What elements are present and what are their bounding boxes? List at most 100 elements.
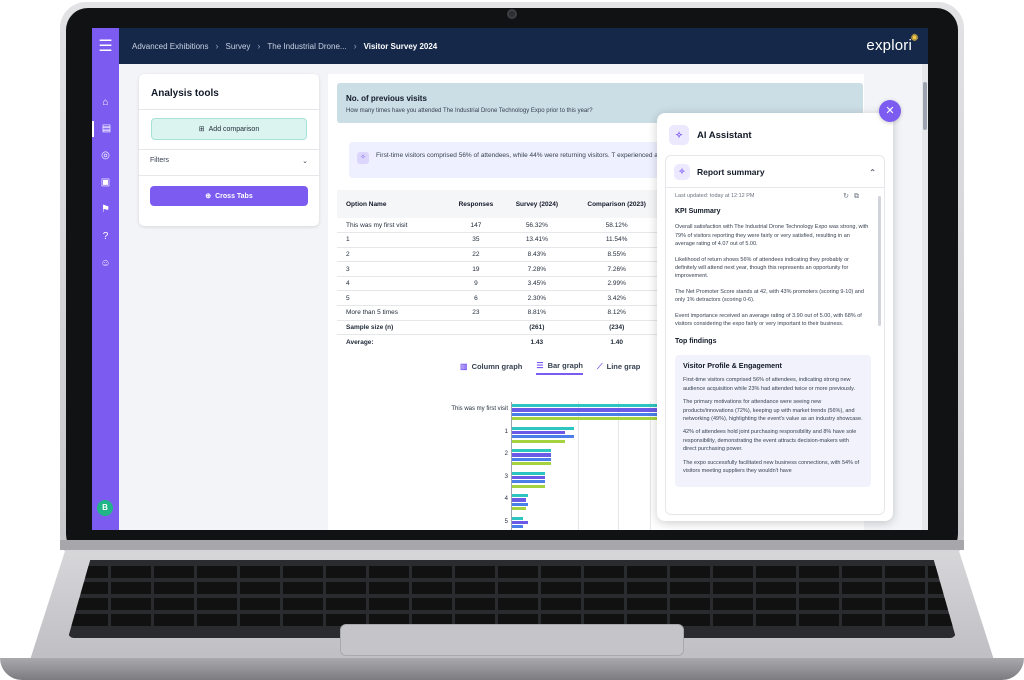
bar[interactable]	[512, 404, 658, 408]
bar[interactable]	[512, 430, 566, 435]
question-subtitle: How many times have you attended The Ind…	[346, 108, 593, 114]
bar[interactable]	[512, 475, 546, 480]
bar[interactable]	[512, 449, 551, 453]
report-summary-card: ✧ Report summary ⌃ Last updated: today a…	[665, 155, 885, 515]
top-bar: ☰ Advanced Exhibitions › Survey › The In…	[92, 28, 928, 64]
category-label: 3	[504, 473, 508, 480]
bar[interactable]	[512, 520, 528, 525]
breadcrumb-item[interactable]: The Industrial Drone...	[267, 42, 346, 51]
sparkle-icon: ✧	[357, 152, 369, 164]
kpi-paragraph: Event importance received an average rat…	[675, 312, 862, 328]
table-row: This was my first visit 147 56.32% 58.12%	[337, 218, 663, 234]
cross-tabs-button[interactable]: ⊕ Cross Tabs	[150, 186, 308, 206]
tab-column-graph[interactable]: ▥ Column graph	[460, 361, 522, 375]
line-chart-icon: ⟋	[597, 361, 603, 371]
chevron-right-icon: ›	[257, 41, 261, 51]
last-updated: Last updated: today at 12:12 PM	[675, 193, 755, 199]
laptop-hinge	[60, 540, 964, 550]
bar[interactable]	[512, 453, 552, 457]
kpi-paragraph: Overall satisfaction with The Industrial…	[675, 224, 869, 248]
bar[interactable]	[512, 494, 528, 498]
sparkle-icon: ✧	[669, 125, 689, 145]
table-row: 5 6 2.30% 3.42%	[337, 290, 663, 307]
bar[interactable]	[512, 498, 526, 502]
sample-size-row: Sample size (n) (261) (234)	[337, 320, 663, 336]
bar[interactable]	[512, 502, 528, 506]
bar[interactable]	[512, 426, 574, 430]
check-circle-icon[interactable]: ◎	[92, 148, 119, 164]
add-comparison-button[interactable]: ⊞ Add comparison	[151, 118, 307, 140]
summary-scrollbar[interactable]	[878, 196, 881, 326]
kpi-paragraph: The Net Promoter Score stands at 42, wit…	[675, 288, 864, 304]
home-icon[interactable]: ⌂	[92, 95, 119, 111]
page-scrollbar[interactable]	[922, 64, 928, 530]
bar[interactable]	[512, 507, 526, 511]
summary-body: KPI Summary Overall satisfaction with Th…	[675, 208, 871, 488]
layout-icon[interactable]: ▣	[92, 175, 119, 191]
breadcrumb-item[interactable]: Advanced Exhibitions	[132, 42, 209, 51]
avatar[interactable]: B	[97, 500, 113, 516]
tab-line-graph[interactable]: ⟋ Line grap	[597, 361, 640, 375]
sparkle-icon: ✧	[674, 164, 690, 180]
column-header[interactable]: Comparison (2023)	[570, 190, 663, 218]
chart-axis	[511, 402, 512, 530]
bar[interactable]	[512, 435, 574, 439]
top-findings-title: Top findings	[675, 338, 717, 346]
bar[interactable]	[512, 525, 523, 529]
help-icon[interactable]: ?	[92, 229, 119, 245]
close-icon[interactable]: ✕	[879, 100, 901, 122]
bar[interactable]	[512, 412, 658, 416]
bar[interactable]	[512, 516, 523, 520]
bar[interactable]	[512, 462, 552, 466]
results-table: Option Name Responses Survey (2024) Comp…	[337, 190, 663, 349]
category-label: 2	[504, 451, 508, 457]
bar[interactable]	[512, 408, 658, 412]
menu-icon[interactable]: ☰	[92, 28, 119, 64]
insight-callout: ✧ First-time visitors comprised 56% of a…	[349, 142, 669, 178]
chevron-right-icon: ›	[353, 41, 357, 51]
plus-circle-icon: ⊕	[205, 193, 212, 200]
bar[interactable]	[512, 417, 658, 421]
sparkle-icon: ✺	[910, 33, 919, 44]
category-label: 1	[504, 428, 508, 435]
table-row: 3 19 7.28% 7.26%	[337, 261, 663, 277]
table-row: 1 35 13.41% 11.54%	[337, 232, 663, 248]
column-header[interactable]: Responses	[448, 190, 504, 218]
finding-paragraph: First-time visitors comprised 56% of att…	[683, 377, 856, 392]
finding-card: Visitor Profile & Engagement First-time …	[675, 354, 871, 488]
column-header[interactable]: Survey (2024)	[503, 190, 571, 218]
webcam-icon	[507, 9, 517, 19]
report-summary-header[interactable]: ✧ Report summary ⌃	[674, 164, 876, 180]
clipboard-icon[interactable]: ▤	[92, 121, 119, 137]
average-row: Average: 1.43 1.40	[346, 338, 623, 346]
tab-bar-graph[interactable]: ☰ Bar graph	[536, 361, 584, 375]
chevron-right-icon: ›	[215, 41, 219, 51]
table-row: 2 22 8.43% 8.55%	[337, 247, 663, 263]
bar[interactable]	[512, 484, 546, 488]
table-row: 4 9 3.45% 2.99%	[337, 276, 663, 292]
bar[interactable]	[512, 439, 566, 443]
category-label: 5	[504, 518, 508, 525]
bar[interactable]	[512, 471, 546, 475]
column-header[interactable]: Option Name	[337, 190, 449, 218]
refresh-icon[interactable]: ↻	[843, 193, 854, 200]
filters-toggle[interactable]: Filters ⌄	[150, 157, 308, 165]
laptop-base	[0, 540, 1024, 680]
sidebar: ⌂ ▤ ◎ ▣ ⚑ ? ☺ B	[92, 64, 119, 530]
insight-text: First-time visitors comprised 56% of att…	[376, 152, 666, 159]
finding-paragraph: The expo successfully facilitated new bu…	[683, 459, 860, 474]
chevron-up-icon[interactable]: ⌃	[869, 168, 876, 177]
category-label: 4	[504, 496, 508, 502]
trackpad	[340, 624, 684, 656]
copy-icon[interactable]: ⧉	[854, 193, 864, 200]
category-label: This was my first visit	[451, 406, 508, 412]
table-row: More than 5 times 23 8.81% 8.12%	[337, 305, 663, 321]
analysis-tools-panel: Analysis tools ⊞ Add comparison Filters …	[139, 74, 319, 226]
app-screen: ☰ Advanced Exhibitions › Survey › The In…	[92, 28, 928, 530]
bar[interactable]	[512, 457, 551, 461]
question-title: No. of previous visits	[346, 94, 427, 103]
bar[interactable]	[512, 480, 546, 484]
flag-icon[interactable]: ⚑	[92, 202, 119, 218]
users-icon[interactable]: ☺	[92, 256, 119, 272]
breadcrumb-item[interactable]: Survey	[226, 42, 251, 51]
